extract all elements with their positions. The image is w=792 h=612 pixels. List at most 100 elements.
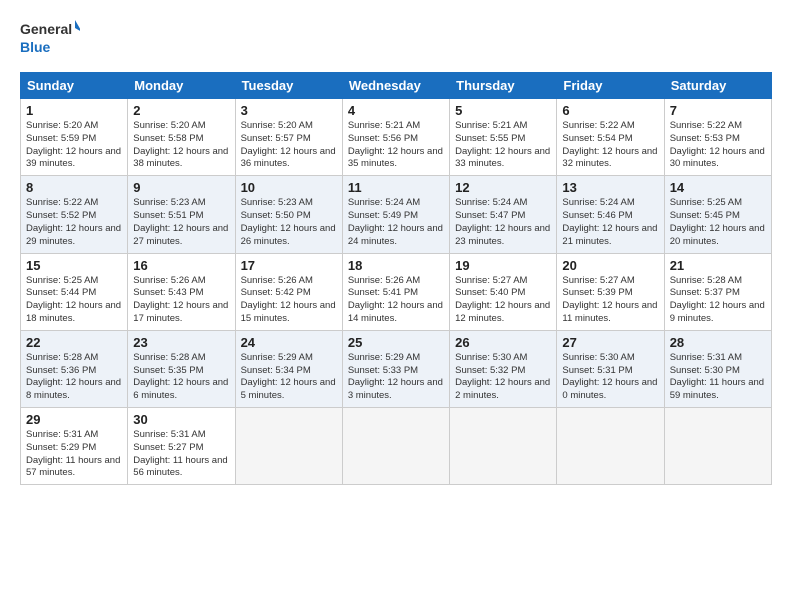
day-info: Sunrise: 5:20 AMSunset: 5:57 PMDaylight:…: [241, 120, 337, 171]
day-number: 21: [670, 258, 766, 273]
day-info: Sunrise: 5:21 AMSunset: 5:55 PMDaylight:…: [455, 120, 551, 171]
table-row: 4 Sunrise: 5:21 AMSunset: 5:56 PMDayligh…: [342, 99, 449, 176]
day-info: Sunrise: 5:29 AMSunset: 5:33 PMDaylight:…: [348, 352, 444, 403]
day-number: 24: [241, 335, 337, 350]
table-row: [450, 408, 557, 485]
table-row: 20 Sunrise: 5:27 AMSunset: 5:39 PMDaylig…: [557, 253, 664, 330]
day-number: 29: [26, 412, 122, 427]
day-info: Sunrise: 5:24 AMSunset: 5:49 PMDaylight:…: [348, 197, 444, 248]
col-friday: Friday: [557, 73, 664, 99]
day-number: 28: [670, 335, 766, 350]
table-row: 25 Sunrise: 5:29 AMSunset: 5:33 PMDaylig…: [342, 330, 449, 407]
day-info: Sunrise: 5:23 AMSunset: 5:50 PMDaylight:…: [241, 197, 337, 248]
table-row: 2 Sunrise: 5:20 AMSunset: 5:58 PMDayligh…: [128, 99, 235, 176]
table-row: 11 Sunrise: 5:24 AMSunset: 5:49 PMDaylig…: [342, 176, 449, 253]
day-number: 16: [133, 258, 229, 273]
table-row: 15 Sunrise: 5:25 AMSunset: 5:44 PMDaylig…: [21, 253, 128, 330]
day-info: Sunrise: 5:26 AMSunset: 5:43 PMDaylight:…: [133, 275, 229, 326]
col-sunday: Sunday: [21, 73, 128, 99]
table-row: 24 Sunrise: 5:29 AMSunset: 5:34 PMDaylig…: [235, 330, 342, 407]
day-number: 23: [133, 335, 229, 350]
day-number: 18: [348, 258, 444, 273]
day-info: Sunrise: 5:22 AMSunset: 5:54 PMDaylight:…: [562, 120, 658, 171]
day-info: Sunrise: 5:31 AMSunset: 5:29 PMDaylight:…: [26, 429, 122, 480]
col-thursday: Thursday: [450, 73, 557, 99]
day-info: Sunrise: 5:22 AMSunset: 5:53 PMDaylight:…: [670, 120, 766, 171]
day-number: 3: [241, 103, 337, 118]
day-number: 13: [562, 180, 658, 195]
col-tuesday: Tuesday: [235, 73, 342, 99]
table-row: [557, 408, 664, 485]
day-info: Sunrise: 5:26 AMSunset: 5:41 PMDaylight:…: [348, 275, 444, 326]
day-info: Sunrise: 5:22 AMSunset: 5:52 PMDaylight:…: [26, 197, 122, 248]
table-row: 16 Sunrise: 5:26 AMSunset: 5:43 PMDaylig…: [128, 253, 235, 330]
day-number: 5: [455, 103, 551, 118]
table-row: 18 Sunrise: 5:26 AMSunset: 5:41 PMDaylig…: [342, 253, 449, 330]
table-row: 22 Sunrise: 5:28 AMSunset: 5:36 PMDaylig…: [21, 330, 128, 407]
table-row: 1 Sunrise: 5:20 AMSunset: 5:59 PMDayligh…: [21, 99, 128, 176]
table-row: 3 Sunrise: 5:20 AMSunset: 5:57 PMDayligh…: [235, 99, 342, 176]
calendar-week-row: 22 Sunrise: 5:28 AMSunset: 5:36 PMDaylig…: [21, 330, 772, 407]
table-row: 12 Sunrise: 5:24 AMSunset: 5:47 PMDaylig…: [450, 176, 557, 253]
day-info: Sunrise: 5:30 AMSunset: 5:31 PMDaylight:…: [562, 352, 658, 403]
day-info: Sunrise: 5:27 AMSunset: 5:39 PMDaylight:…: [562, 275, 658, 326]
day-number: 20: [562, 258, 658, 273]
calendar-week-row: 1 Sunrise: 5:20 AMSunset: 5:59 PMDayligh…: [21, 99, 772, 176]
table-row: 21 Sunrise: 5:28 AMSunset: 5:37 PMDaylig…: [664, 253, 771, 330]
day-number: 6: [562, 103, 658, 118]
calendar-week-row: 15 Sunrise: 5:25 AMSunset: 5:44 PMDaylig…: [21, 253, 772, 330]
table-row: 5 Sunrise: 5:21 AMSunset: 5:55 PMDayligh…: [450, 99, 557, 176]
day-number: 30: [133, 412, 229, 427]
day-number: 11: [348, 180, 444, 195]
day-number: 17: [241, 258, 337, 273]
table-row: 30 Sunrise: 5:31 AMSunset: 5:27 PMDaylig…: [128, 408, 235, 485]
calendar-week-row: 29 Sunrise: 5:31 AMSunset: 5:29 PMDaylig…: [21, 408, 772, 485]
col-wednesday: Wednesday: [342, 73, 449, 99]
day-info: Sunrise: 5:23 AMSunset: 5:51 PMDaylight:…: [133, 197, 229, 248]
table-row: 14 Sunrise: 5:25 AMSunset: 5:45 PMDaylig…: [664, 176, 771, 253]
day-number: 2: [133, 103, 229, 118]
day-number: 19: [455, 258, 551, 273]
table-row: 19 Sunrise: 5:27 AMSunset: 5:40 PMDaylig…: [450, 253, 557, 330]
day-info: Sunrise: 5:27 AMSunset: 5:40 PMDaylight:…: [455, 275, 551, 326]
calendar-week-row: 8 Sunrise: 5:22 AMSunset: 5:52 PMDayligh…: [21, 176, 772, 253]
col-saturday: Saturday: [664, 73, 771, 99]
logo: General Blue: [20, 16, 80, 60]
day-number: 14: [670, 180, 766, 195]
table-row: 9 Sunrise: 5:23 AMSunset: 5:51 PMDayligh…: [128, 176, 235, 253]
day-number: 27: [562, 335, 658, 350]
day-info: Sunrise: 5:21 AMSunset: 5:56 PMDaylight:…: [348, 120, 444, 171]
table-row: 6 Sunrise: 5:22 AMSunset: 5:54 PMDayligh…: [557, 99, 664, 176]
day-info: Sunrise: 5:25 AMSunset: 5:44 PMDaylight:…: [26, 275, 122, 326]
day-info: Sunrise: 5:20 AMSunset: 5:58 PMDaylight:…: [133, 120, 229, 171]
table-row: 10 Sunrise: 5:23 AMSunset: 5:50 PMDaylig…: [235, 176, 342, 253]
calendar-table: Sunday Monday Tuesday Wednesday Thursday…: [20, 72, 772, 485]
day-info: Sunrise: 5:28 AMSunset: 5:37 PMDaylight:…: [670, 275, 766, 326]
page: General Blue Sunday Monday Tuesday Wedne…: [0, 0, 792, 501]
table-row: 29 Sunrise: 5:31 AMSunset: 5:29 PMDaylig…: [21, 408, 128, 485]
table-row: 8 Sunrise: 5:22 AMSunset: 5:52 PMDayligh…: [21, 176, 128, 253]
day-info: Sunrise: 5:31 AMSunset: 5:30 PMDaylight:…: [670, 352, 766, 403]
day-number: 4: [348, 103, 444, 118]
day-number: 26: [455, 335, 551, 350]
table-row: [235, 408, 342, 485]
svg-text:General: General: [20, 21, 72, 37]
day-info: Sunrise: 5:25 AMSunset: 5:45 PMDaylight:…: [670, 197, 766, 248]
day-info: Sunrise: 5:31 AMSunset: 5:27 PMDaylight:…: [133, 429, 229, 480]
table-row: 7 Sunrise: 5:22 AMSunset: 5:53 PMDayligh…: [664, 99, 771, 176]
header: General Blue: [20, 16, 772, 60]
table-row: 17 Sunrise: 5:26 AMSunset: 5:42 PMDaylig…: [235, 253, 342, 330]
table-row: 13 Sunrise: 5:24 AMSunset: 5:46 PMDaylig…: [557, 176, 664, 253]
day-number: 9: [133, 180, 229, 195]
day-info: Sunrise: 5:26 AMSunset: 5:42 PMDaylight:…: [241, 275, 337, 326]
calendar-header-row: Sunday Monday Tuesday Wednesday Thursday…: [21, 73, 772, 99]
table-row: 28 Sunrise: 5:31 AMSunset: 5:30 PMDaylig…: [664, 330, 771, 407]
table-row: 23 Sunrise: 5:28 AMSunset: 5:35 PMDaylig…: [128, 330, 235, 407]
day-info: Sunrise: 5:28 AMSunset: 5:35 PMDaylight:…: [133, 352, 229, 403]
table-row: 26 Sunrise: 5:30 AMSunset: 5:32 PMDaylig…: [450, 330, 557, 407]
day-info: Sunrise: 5:24 AMSunset: 5:47 PMDaylight:…: [455, 197, 551, 248]
day-number: 1: [26, 103, 122, 118]
day-info: Sunrise: 5:20 AMSunset: 5:59 PMDaylight:…: [26, 120, 122, 171]
day-number: 22: [26, 335, 122, 350]
table-row: 27 Sunrise: 5:30 AMSunset: 5:31 PMDaylig…: [557, 330, 664, 407]
